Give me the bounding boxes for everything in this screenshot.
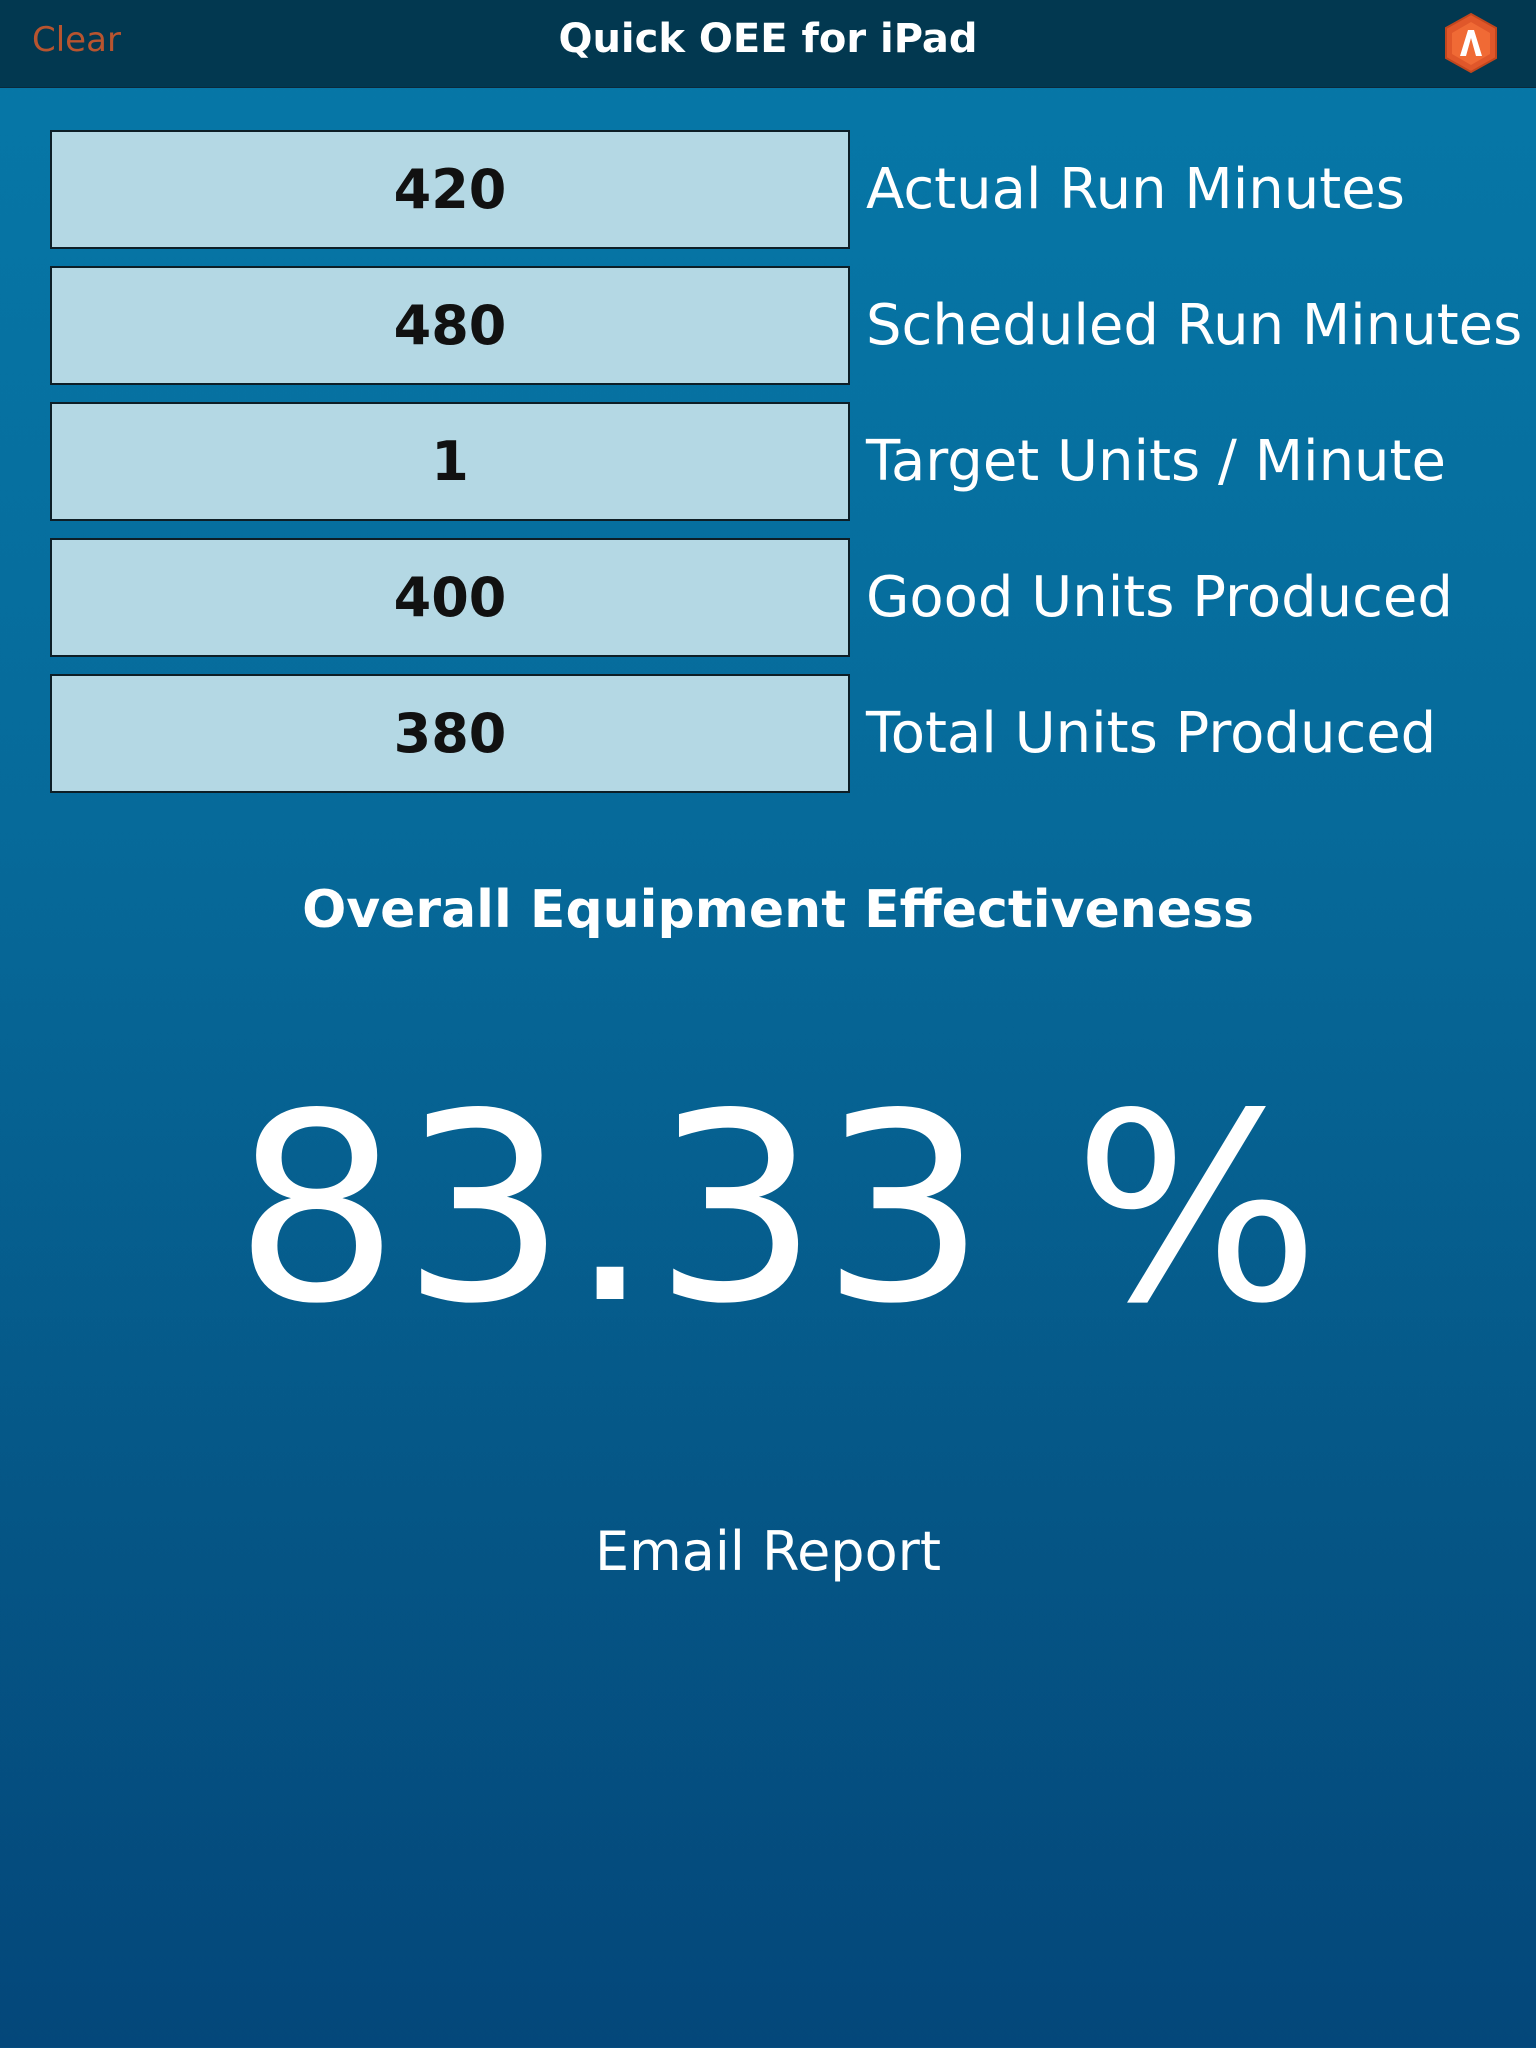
app-logo-icon[interactable] (1440, 12, 1502, 74)
app-title: Quick OEE for iPad (558, 16, 978, 62)
actual-run-minutes-label: Actual Run Minutes (866, 157, 1405, 222)
target-units-per-minute-field[interactable]: 1 (50, 402, 850, 521)
input-row-scheduled-run-minutes: 480 Scheduled Run Minutes (50, 266, 1522, 385)
scheduled-run-minutes-label: Scheduled Run Minutes (866, 293, 1523, 358)
input-row-actual-run-minutes: 420 Actual Run Minutes (50, 130, 1490, 249)
navigation-bar: Clear Quick OEE for iPad (0, 0, 1536, 88)
total-units-produced-label: Total Units Produced (866, 701, 1437, 766)
input-row-good-units-produced: 400 Good Units Produced (50, 538, 1490, 657)
good-units-produced-label: Good Units Produced (866, 565, 1453, 630)
actual-run-minutes-field[interactable]: 420 (50, 130, 850, 249)
input-row-target-units-per-minute: 1 Target Units / Minute (50, 402, 1490, 521)
total-units-produced-field[interactable]: 380 (50, 674, 850, 793)
input-row-total-units-produced: 380 Total Units Produced (50, 674, 1490, 793)
target-units-per-minute-label: Target Units / Minute (866, 429, 1446, 494)
oee-section-title: Overall Equipment Effectiveness (302, 880, 1254, 940)
email-report-button[interactable]: Email Report (0, 1520, 1536, 1583)
oee-result-value: 83.33 % (233, 1059, 1323, 1361)
scheduled-run-minutes-field[interactable]: 480 (50, 266, 850, 385)
good-units-produced-field[interactable]: 400 (50, 538, 850, 657)
